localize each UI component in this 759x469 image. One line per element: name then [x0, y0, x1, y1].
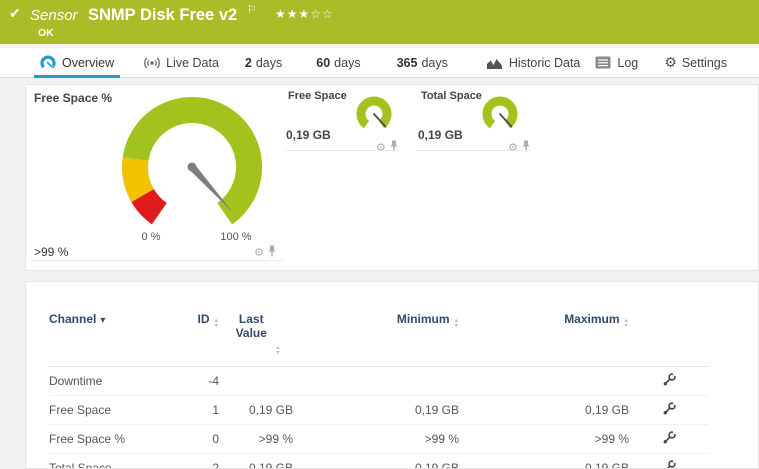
tab-60-days[interactable]: 60 days: [316, 48, 360, 78]
channel-maximum: >99 %: [459, 424, 629, 454]
gear-icon: ⚙: [664, 54, 677, 70]
tab-live-data-label: Live Data: [166, 55, 219, 70]
table-row: Free Space 1 0,19 GB 0,19 GB 0,19 GB: [49, 395, 709, 425]
prtg-sensor-page: ✔ Sensor SNMP Disk Free v2 ⚐ ★★★☆☆ OK Ov…: [0, 0, 759, 469]
channel-maximum: 0,19 GB: [459, 395, 629, 425]
gauge-settings-gear-icon[interactable]: ⚙: [376, 142, 386, 154]
tab-60-days-label: days: [334, 55, 361, 70]
channel-last-value: 0,19 GB: [219, 395, 293, 425]
column-header-actions: [629, 312, 709, 367]
table-row: Total Space 2 0,19 GB 0,19 GB 0,19 GB: [49, 453, 709, 468]
channel-name: Total Space: [49, 453, 179, 468]
column-header-maximum-label: Maximum: [564, 312, 620, 326]
channel-maximum: 0,19 GB: [459, 453, 629, 468]
tab-365-days-number: 365: [396, 55, 418, 70]
column-header-id[interactable]: ID ▲ ▼: [179, 312, 219, 367]
channel-last-value: 0,19 GB: [219, 453, 293, 468]
gauge-settings-gear-icon[interactable]: ⚙: [508, 142, 518, 154]
sort-icon: ▲ ▼: [275, 345, 281, 356]
table-row: Downtime -4: [49, 366, 709, 396]
channels-table: Channel ▾ ID ▲ ▼ Last Value ▲ ▼ Minimum ▲ ▼ Max…: [49, 312, 709, 468]
tab-365-days-label: days: [421, 55, 448, 70]
channel-last-value: [219, 366, 293, 396]
tab-2-days[interactable]: 2 days: [245, 48, 282, 78]
tab-365-days[interactable]: 365 days: [397, 48, 448, 78]
column-header-last-value-label: Last Value: [235, 312, 267, 340]
free-space-gauge: [353, 96, 395, 141]
divider: [31, 260, 283, 261]
gauge-icon: [40, 55, 56, 71]
sensor-kind-label: Sensor: [30, 7, 78, 24]
caret-down-icon: ▾: [100, 315, 106, 326]
channel-name: Free Space %: [49, 424, 179, 454]
gauges-panel: Free Space % 0 % 100 % >99 % ⚙ Free Spac…: [25, 84, 759, 271]
channel-minimum: 0,19 GB: [293, 395, 459, 425]
pin-icon[interactable]: [521, 139, 531, 157]
sensor-header: ✔ Sensor SNMP Disk Free v2 ⚐ ★★★☆☆ OK: [0, 0, 759, 44]
channel-name: Downtime: [49, 366, 179, 396]
free-space-gauge-value: 0,19 GB: [286, 128, 331, 142]
live-broadcast-icon: [144, 55, 160, 71]
tab-overview-label: Overview: [62, 55, 115, 70]
main-gauge-value: >99 %: [34, 245, 69, 259]
column-header-minimum[interactable]: Minimum ▲ ▼: [293, 312, 459, 367]
channels-panel: Channel ▾ ID ▲ ▼ Last Value ▲ ▼ Minimum ▲ ▼ Max…: [25, 281, 759, 469]
column-header-last-value[interactable]: Last Value ▲ ▼: [219, 312, 293, 367]
sort-icon: ▲ ▼: [453, 318, 459, 329]
free-space-percent-gauge: [116, 95, 268, 248]
tab-settings[interactable]: ⚙ Settings: [664, 48, 727, 78]
gauge-settings-gear-icon[interactable]: ⚙: [254, 247, 264, 259]
flag-icon: ⚐: [246, 4, 257, 16]
sort-icon: ▲ ▼: [623, 318, 629, 329]
tab-settings-label: Settings: [681, 55, 727, 70]
column-header-id-label: ID: [197, 312, 210, 326]
divider: [416, 150, 531, 151]
channel-settings-wrench-icon[interactable]: [662, 400, 678, 419]
free-space-gauge-title: Free Space: [288, 90, 347, 102]
tab-overview[interactable]: Overview: [33, 48, 121, 78]
tab-log-label: Log: [617, 55, 639, 70]
channel-maximum: [459, 366, 629, 396]
tab-2-days-label: days: [255, 55, 283, 70]
pin-icon[interactable]: [389, 139, 399, 157]
channel-minimum: [293, 366, 459, 396]
status-badge: OK: [38, 27, 54, 39]
column-header-channel[interactable]: Channel ▾: [49, 312, 179, 367]
tab-log[interactable]: Log: [595, 48, 638, 78]
channel-id: 0: [179, 424, 219, 454]
channel-name: Free Space: [49, 395, 179, 425]
total-space-gauge: [479, 96, 521, 141]
channel-id: -4: [179, 366, 219, 396]
table-row: Free Space % 0 >99 % >99 % >99 %: [49, 424, 709, 454]
column-header-minimum-label: Minimum: [396, 312, 450, 326]
channel-id: 2: [179, 453, 219, 468]
gauge-max-label: 100 %: [220, 231, 252, 243]
channel-settings-wrench-icon[interactable]: [662, 371, 678, 390]
channel-settings-wrench-icon[interactable]: [662, 458, 678, 468]
tab-historic-data[interactable]: Historic Data: [486, 48, 581, 78]
channel-last-value: >99 %: [219, 424, 293, 454]
tab-60-days-number: 60: [316, 55, 331, 70]
gauge-min-label: 0 %: [141, 231, 161, 243]
ok-check-icon: ✔: [9, 5, 21, 21]
channel-minimum: 0,19 GB: [293, 453, 459, 468]
total-space-gauge-value: 0,19 GB: [418, 128, 463, 142]
total-space-gauge-title: Total Space: [421, 90, 482, 102]
log-list-icon: [595, 56, 611, 69]
tab-historic-data-label: Historic Data: [508, 55, 581, 70]
column-header-maximum[interactable]: Maximum ▲ ▼: [459, 312, 629, 367]
tab-live-data[interactable]: Live Data: [144, 48, 219, 78]
divider: [285, 150, 399, 151]
tab-bar: Overview Live Data 2 days 60 days 365 da…: [0, 48, 759, 78]
priority-stars[interactable]: ★★★☆☆: [275, 7, 334, 21]
sensor-title: SNMP Disk Free v2: [87, 6, 238, 24]
tab-2-days-number: 2: [244, 55, 252, 70]
channel-minimum: >99 %: [293, 424, 459, 454]
channel-id: 1: [179, 395, 219, 425]
channel-settings-wrench-icon[interactable]: [662, 429, 678, 448]
area-chart-icon: [486, 56, 503, 70]
sort-icon: ▲ ▼: [213, 318, 219, 329]
column-header-channel-label: Channel: [49, 312, 97, 326]
main-gauge-title: Free Space %: [34, 91, 113, 105]
